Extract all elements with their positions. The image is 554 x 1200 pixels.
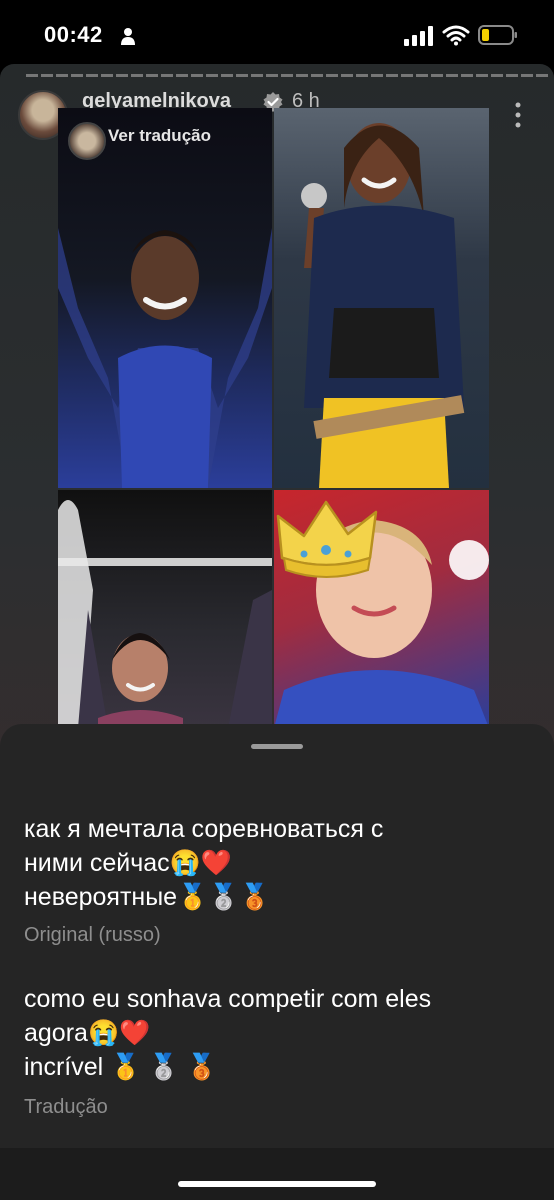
cellular-signal-icon xyxy=(404,26,433,46)
home-indicator-area xyxy=(0,1148,554,1200)
translated-line-2: agora😭❤️ xyxy=(24,1019,151,1047)
photo-top-left xyxy=(58,108,272,488)
status-time: 00:42 xyxy=(44,22,103,47)
original-line-2: ними сейчас😭❤️ xyxy=(24,849,232,877)
story-progress-bar xyxy=(26,74,548,77)
translation-label: Tradução xyxy=(24,1096,108,1118)
translated-line-3: incrível 🥇 🥈 🥉 xyxy=(24,1053,218,1081)
translated-caption: como eu sonhava competir com eles agora😭… xyxy=(24,982,534,1084)
wifi-icon xyxy=(442,25,470,46)
more-options-icon[interactable] xyxy=(514,102,522,128)
battery-icon xyxy=(478,25,517,45)
translated-line-1: como eu sonhava competir com eles xyxy=(24,985,432,1013)
home-indicator[interactable] xyxy=(178,1181,376,1187)
photo-top-right xyxy=(274,108,489,488)
original-language-label: Original (russo) xyxy=(24,924,161,946)
status-bar: 00:42 xyxy=(0,0,554,64)
sheet-drag-handle[interactable] xyxy=(251,744,303,749)
photo-collage xyxy=(58,108,489,728)
crown-icon xyxy=(276,500,378,578)
photo-bottom-left xyxy=(58,490,272,728)
translation-thumbnail xyxy=(68,122,106,160)
see-translation-label[interactable]: Ver tradução xyxy=(108,126,211,146)
original-line-3: невероятные🥇🥈🥉 xyxy=(24,883,271,911)
original-line-1: как я мечтала соревноваться с xyxy=(24,815,384,843)
person-icon xyxy=(121,28,135,45)
translation-sheet: как я мечтала соревноваться с ними сейча… xyxy=(0,724,554,1148)
original-caption: как я мечтала соревноваться с ними сейча… xyxy=(24,812,534,914)
